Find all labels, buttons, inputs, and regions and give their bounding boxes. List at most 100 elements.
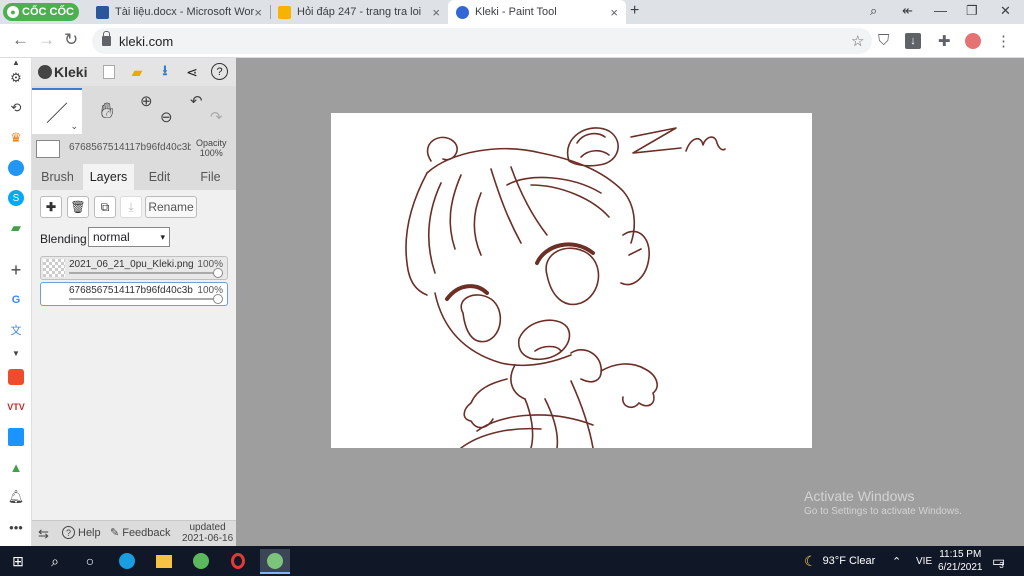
game-controller-icon[interactable]: ▰: [7, 219, 25, 237]
undo-icon[interactable]: ↶: [190, 92, 203, 110]
opacity-control[interactable]: Opacity 100%: [196, 138, 227, 158]
help-button[interactable]: ? Help: [62, 526, 101, 539]
notification-center[interactable]: ▭ 3: [992, 546, 1005, 576]
skype-icon[interactable]: S: [8, 190, 24, 206]
kleki-toolbar: ／ ⌄ ✋︎ ⊕ ⊖ ↶ ↷: [32, 88, 236, 134]
help-circle-icon: ?: [62, 526, 75, 539]
shopee-icon[interactable]: [8, 369, 24, 385]
scroll-up-icon[interactable]: ▲: [7, 58, 25, 67]
open-folder-icon[interactable]: ▰: [128, 63, 146, 81]
zoom-in-icon[interactable]: ⊕: [140, 92, 153, 110]
layer-opacity-slider[interactable]: [69, 298, 221, 300]
address-bar[interactable]: kleki.com: [92, 28, 872, 54]
drawing-canvas[interactable]: [331, 113, 812, 449]
browser-tab-strip: ● CỐC CỐC Tài liệu.docx - Microsoft Wor …: [0, 0, 1024, 24]
reload-icon[interactable]: ↻: [64, 30, 78, 50]
restore-button[interactable]: ❐: [966, 3, 978, 19]
blending-select[interactable]: normal ▾: [88, 227, 170, 247]
more-icon[interactable]: •••: [7, 518, 25, 536]
brush-tool-button[interactable]: ／ ⌄: [32, 88, 82, 134]
language-indicator[interactable]: VIE: [916, 546, 932, 576]
opera-icon[interactable]: [231, 553, 245, 569]
history-icon[interactable]: ⟲: [7, 99, 25, 117]
canvas-area[interactable]: Activate Windows Go to Settings to activ…: [236, 58, 1024, 546]
rename-layer-button[interactable]: Rename: [145, 196, 197, 218]
profile-avatar[interactable]: [965, 33, 981, 49]
tab-hoidap[interactable]: Hỏi đáp 247 - trang tra loi ×: [270, 0, 448, 24]
help-icon[interactable]: ?: [211, 63, 228, 80]
swap-panel-icon[interactable]: ⇆: [38, 526, 49, 542]
close-icon[interactable]: ×: [432, 5, 440, 20]
windows-start-icon[interactable]: ⊞: [7, 551, 29, 571]
merge-down-icon: ⤓: [128, 199, 134, 214]
color-hex[interactable]: 6768567514117b96fd40c3b: [69, 142, 191, 153]
close-icon[interactable]: ×: [254, 5, 262, 20]
close-icon[interactable]: ×: [610, 5, 618, 20]
bookmark-star-icon[interactable]: ☆: [851, 32, 864, 50]
vtv-icon[interactable]: VTV: [7, 398, 25, 416]
tab-file[interactable]: File: [185, 164, 236, 190]
add-layer-button[interactable]: ✚: [40, 196, 62, 218]
hand-tool-button[interactable]: ✋︎: [82, 88, 132, 134]
new-tab-button[interactable]: +: [630, 2, 639, 20]
zoom-out-icon[interactable]: ⊖: [160, 108, 173, 126]
notification-count: 3: [999, 560, 1004, 570]
clock[interactable]: 11:15 PM 6/21/2021: [938, 546, 983, 576]
tab-kleki[interactable]: Kleki - Paint Tool ×: [448, 0, 626, 24]
tiki-icon[interactable]: [8, 428, 24, 446]
minimize-button[interactable]: —: [934, 3, 947, 18]
tab-edit[interactable]: Edit: [134, 164, 185, 190]
tab-word[interactable]: Tài liệu.docx - Microsoft Wor ×: [88, 0, 270, 24]
kleki-header: Kleki ▰ ⭳ ⋖ ?: [32, 58, 236, 86]
chevron-down-icon[interactable]: ▼: [7, 344, 25, 362]
coccoc-browser-icon[interactable]: [193, 553, 209, 569]
tab-layers[interactable]: Layers: [83, 164, 134, 190]
coccoc-active-icon[interactable]: [267, 552, 283, 569]
merge-layer-button[interactable]: ⤓: [120, 196, 142, 218]
download-icon[interactable]: ↓: [905, 33, 921, 49]
back-icon[interactable]: ←: [12, 30, 29, 50]
new-file-icon[interactable]: [103, 65, 115, 79]
chevron-up-icon[interactable]: ⌃: [892, 546, 901, 576]
color-swatch[interactable]: [36, 140, 60, 158]
save-download-icon[interactable]: ⭳: [156, 62, 174, 81]
layer-opacity-slider[interactable]: [69, 272, 221, 274]
kleki-icon: [456, 5, 469, 19]
share-icon[interactable]: ⋖: [183, 63, 201, 81]
shield-icon[interactable]: ⛉: [878, 32, 889, 49]
menu-icon[interactable]: ⋮: [996, 32, 1011, 50]
layer-item[interactable]: 2021_06_21_0pu_Kleki.png 100%: [40, 256, 228, 280]
notification-bell-icon[interactable]: 🔔︎: [7, 488, 25, 506]
extensions-icon[interactable]: ✚: [938, 32, 951, 50]
redo-icon[interactable]: ↷: [210, 108, 223, 126]
opacity-value: 100%: [199, 148, 223, 158]
messenger-icon[interactable]: [8, 160, 24, 176]
layer-opacity-knob[interactable]: [213, 294, 223, 304]
feedback-button[interactable]: ✎ Feedback: [110, 526, 171, 540]
updated-label: updated: [189, 522, 226, 533]
add-icon[interactable]: +: [7, 260, 25, 280]
forward-icon[interactable]: →: [38, 30, 55, 50]
google-icon[interactable]: G: [7, 291, 25, 309]
close-window-button[interactable]: ✕: [1000, 3, 1011, 19]
kleki-logo-icon: [38, 65, 52, 79]
graduation-cap-icon[interactable]: ▲: [7, 458, 25, 476]
file-explorer-icon[interactable]: [156, 554, 172, 568]
delete-layer-button[interactable]: 🗑︎: [67, 196, 89, 218]
layer-item-selected[interactable]: 6768567514117b96fd40c3b2 100%: [40, 282, 228, 306]
tab-search-icon[interactable]: ⌕: [870, 3, 877, 19]
brush-icon: ／: [45, 101, 68, 126]
edge-icon[interactable]: [119, 553, 135, 569]
layer-opacity-knob[interactable]: [213, 268, 223, 278]
duplicate-layer-button[interactable]: ⧉: [94, 196, 116, 218]
back-history-icon[interactable]: ↞: [902, 3, 913, 19]
settings-gear-icon[interactable]: ⚙: [7, 69, 25, 87]
task-view-icon[interactable]: ○: [79, 551, 101, 571]
crown-icon[interactable]: ♛: [7, 129, 25, 147]
weather-widget[interactable]: ☾ 93°F Clear: [804, 546, 875, 576]
search-icon[interactable]: ⌕: [44, 551, 66, 571]
translate-icon[interactable]: 文: [7, 321, 25, 339]
coccoc-logo[interactable]: ● CỐC CỐC: [3, 3, 79, 21]
time-text: 11:15 PM: [939, 549, 982, 560]
tab-brush[interactable]: Brush: [32, 164, 83, 190]
